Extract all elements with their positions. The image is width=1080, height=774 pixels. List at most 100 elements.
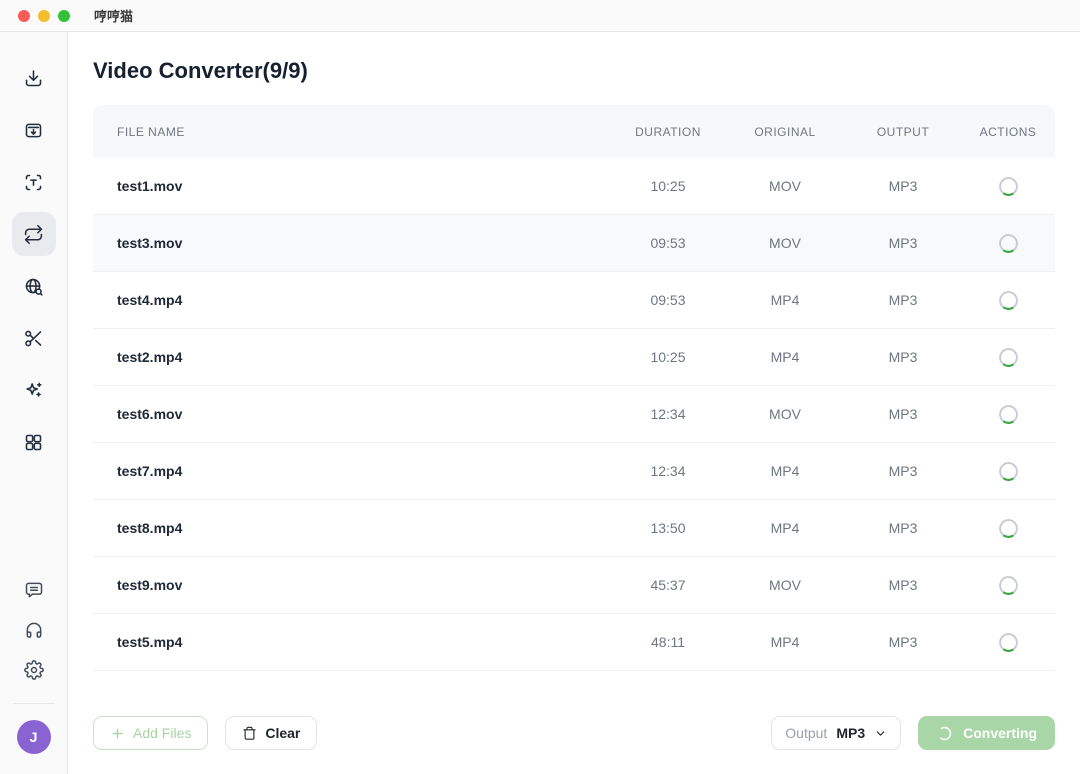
sidebar-item-web-search[interactable] (12, 264, 56, 308)
converting-spinner-icon (936, 725, 953, 742)
table-row[interactable]: test8.mp4 13:50 MP4 MP3 (93, 500, 1055, 557)
progress-spinner-icon[interactable] (998, 632, 1019, 653)
progress-spinner-icon[interactable] (998, 290, 1019, 311)
actions-cell (961, 575, 1055, 596)
table-row[interactable]: test6.mov 12:34 MOV MP3 (93, 386, 1055, 443)
headphones-icon (24, 620, 44, 640)
sidebar-item-text-scan[interactable] (12, 160, 56, 204)
output-format-cell: MP3 (845, 235, 961, 251)
output-select-value: MP3 (836, 725, 865, 741)
output-format-cell: MP3 (845, 178, 961, 194)
table-row[interactable]: test7.mp4 12:34 MP4 MP3 (93, 443, 1055, 500)
progress-spinner-icon[interactable] (998, 518, 1019, 539)
table-row[interactable]: test3.mov 09:53 MOV MP3 (93, 215, 1055, 272)
actions-cell (961, 518, 1055, 539)
download-icon (23, 68, 44, 89)
original-format-cell: MP4 (725, 349, 845, 365)
globe-search-icon (23, 276, 44, 297)
sidebar-item-ai-tools[interactable] (12, 368, 56, 412)
original-format-cell: MOV (725, 235, 845, 251)
gear-icon (24, 660, 44, 680)
actions-cell (961, 632, 1055, 653)
progress-spinner-icon[interactable] (998, 347, 1019, 368)
table-row[interactable]: test9.mov 45:37 MOV MP3 (93, 557, 1055, 614)
duration-cell: 13:50 (611, 520, 725, 536)
table-body: test1.mov 10:25 MOV MP3 test3.mov 09:53 … (93, 158, 1055, 671)
file-name-cell: test7.mp4 (93, 463, 611, 479)
progress-spinner-icon[interactable] (998, 176, 1019, 197)
duration-cell: 45:37 (611, 577, 725, 593)
minimize-window-icon[interactable] (38, 10, 50, 22)
duration-cell: 12:34 (611, 406, 725, 422)
sidebar-item-support[interactable] (14, 613, 54, 647)
progress-spinner-icon[interactable] (998, 404, 1019, 425)
converting-label: Converting (963, 725, 1037, 741)
file-name-cell: test3.mov (93, 235, 611, 251)
table-row[interactable]: test1.mov 10:25 MOV MP3 (93, 158, 1055, 215)
output-format-cell: MP3 (845, 520, 961, 536)
file-name-cell: test6.mov (93, 406, 611, 422)
file-name-cell: test2.mp4 (93, 349, 611, 365)
progress-spinner-icon[interactable] (998, 575, 1019, 596)
sidebar-item-download[interactable] (12, 56, 56, 100)
sidebar-item-converter[interactable] (12, 212, 56, 256)
sidebar-item-settings[interactable] (14, 653, 54, 687)
sidebar-item-archive-download[interactable] (12, 108, 56, 152)
original-format-cell: MOV (725, 406, 845, 422)
progress-spinner-icon[interactable] (998, 461, 1019, 482)
duration-cell: 12:34 (611, 463, 725, 479)
archive-download-icon (23, 120, 44, 141)
clear-label: Clear (265, 725, 300, 741)
progress-spinner-icon[interactable] (998, 233, 1019, 254)
output-format-select[interactable]: Output MP3 (771, 716, 901, 750)
avatar[interactable]: J (17, 720, 51, 754)
output-format-cell: MP3 (845, 406, 961, 422)
sidebar: J (0, 32, 68, 774)
file-name-cell: test9.mov (93, 577, 611, 593)
repeat-icon (23, 224, 44, 245)
sidebar-divider (13, 703, 55, 704)
table-header: FILE NAME DURATION ORIGINAL OUTPUT ACTIO… (93, 105, 1055, 158)
original-format-cell: MP4 (725, 634, 845, 650)
grid-icon (23, 432, 44, 453)
text-scan-icon (23, 172, 44, 193)
table-row[interactable]: test2.mp4 10:25 MP4 MP3 (93, 329, 1055, 386)
file-name-cell: test5.mp4 (93, 634, 611, 650)
actions-cell (961, 233, 1055, 254)
sidebar-item-clip[interactable] (12, 316, 56, 360)
output-format-cell: MP3 (845, 577, 961, 593)
converting-button[interactable]: Converting (918, 716, 1055, 750)
actions-cell (961, 461, 1055, 482)
clear-button[interactable]: Clear (225, 716, 317, 750)
add-files-button[interactable]: Add Files (93, 716, 208, 750)
file-name-cell: test8.mp4 (93, 520, 611, 536)
add-files-label: Add Files (133, 725, 191, 741)
original-format-cell: MP4 (725, 292, 845, 308)
traffic-lights (18, 10, 70, 22)
sidebar-item-feedback[interactable] (14, 573, 54, 607)
scissors-icon (23, 328, 44, 349)
actions-cell (961, 347, 1055, 368)
output-select-label: Output (785, 725, 827, 741)
sidebar-item-apps[interactable] (12, 420, 56, 464)
table-row[interactable]: test4.mp4 09:53 MP4 MP3 (93, 272, 1055, 329)
duration-cell: 10:25 (611, 349, 725, 365)
window-title: 哼哼猫 (94, 6, 133, 25)
column-header-duration: DURATION (611, 125, 725, 139)
chat-icon (24, 580, 44, 600)
original-format-cell: MOV (725, 577, 845, 593)
file-table: FILE NAME DURATION ORIGINAL OUTPUT ACTIO… (93, 105, 1055, 671)
column-header-original: ORIGINAL (725, 125, 845, 139)
column-header-file-name: FILE NAME (93, 125, 611, 139)
original-format-cell: MP4 (725, 463, 845, 479)
duration-cell: 10:25 (611, 178, 725, 194)
page-title: Video Converter(9/9) (93, 58, 1055, 84)
output-format-cell: MP3 (845, 634, 961, 650)
table-row[interactable]: test5.mp4 48:11 MP4 MP3 (93, 614, 1055, 671)
plus-icon (110, 726, 125, 741)
footer-toolbar: Add Files Clear Output MP3 Converting (93, 716, 1055, 750)
zoom-window-icon[interactable] (58, 10, 70, 22)
close-window-icon[interactable] (18, 10, 30, 22)
actions-cell (961, 290, 1055, 311)
titlebar: 哼哼猫 (0, 0, 1080, 32)
